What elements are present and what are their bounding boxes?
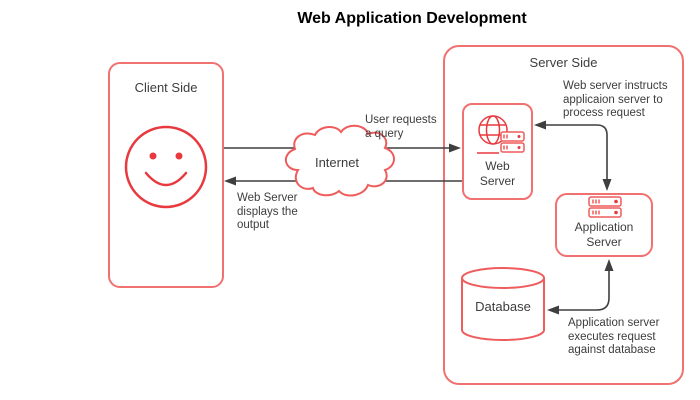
annotation-web-server-response: Web Server displays the output bbox=[237, 192, 298, 233]
client-side-label: Client Side bbox=[110, 64, 222, 95]
internet-label: Internet bbox=[299, 155, 375, 170]
diagram-canvas: Web Application Development Client Side … bbox=[0, 0, 700, 400]
annotation-app-to-db: Application server executes request agai… bbox=[568, 317, 659, 358]
database-label: Database bbox=[461, 299, 545, 314]
web-server-box: Web Server bbox=[462, 103, 533, 200]
request-arrow bbox=[224, 144, 461, 153]
application-server-label: Application Server bbox=[568, 220, 640, 250]
server-side-label: Server Side bbox=[445, 47, 682, 70]
application-server-box: Application Server bbox=[555, 193, 653, 257]
annotation-user-request: User requests a query bbox=[365, 114, 437, 141]
web-server-label: Web Server bbox=[472, 159, 524, 189]
response-arrow bbox=[224, 177, 462, 186]
diagram-title: Web Application Development bbox=[252, 10, 572, 28]
annotation-web-to-app: Web server instructs applicaion server t… bbox=[563, 80, 668, 121]
client-side-box: Client Side bbox=[108, 62, 224, 288]
